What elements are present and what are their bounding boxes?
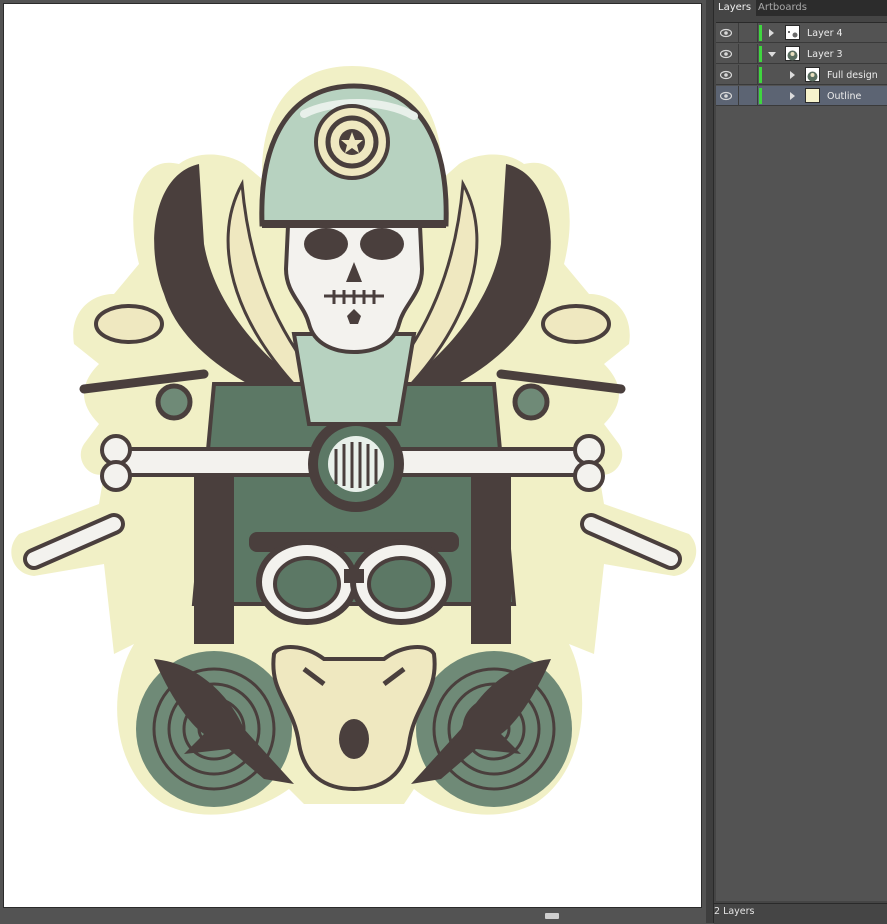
layer-name[interactable]: Layer 3: [807, 44, 843, 64]
layer-name[interactable]: Full design: [827, 65, 878, 85]
column-divider: [757, 65, 758, 85]
biker-skull-illustration[interactable]: [4, 4, 701, 907]
column-divider: [757, 23, 758, 43]
layer-list: Layer 4 Layer 3 Full design Outline: [716, 22, 887, 901]
lock-column[interactable]: [738, 65, 739, 85]
panel-footer: 2 Layers: [714, 903, 887, 924]
collapse-arrow-icon[interactable]: [768, 52, 776, 57]
layer-color-swatch: [759, 67, 762, 83]
horizontal-scrollbar[interactable]: [0, 910, 706, 923]
column-divider: [757, 86, 758, 106]
vertical-scrollbar[interactable]: [706, 0, 713, 923]
tab-artboards[interactable]: Artboards: [754, 0, 811, 16]
layer-thumbnail: [785, 25, 800, 40]
layer-row[interactable]: Layer 3: [716, 44, 887, 64]
document-canvas[interactable]: [0, 0, 706, 923]
eye-icon[interactable]: [720, 91, 732, 101]
expand-arrow-icon[interactable]: [790, 71, 795, 79]
tab-layers[interactable]: Layers: [714, 0, 756, 16]
eye-icon[interactable]: [720, 28, 732, 38]
sublayer-row[interactable]: Outline: [716, 86, 887, 106]
thumbnail-image-icon: [787, 50, 798, 61]
layer-color-swatch: [759, 88, 762, 104]
layer-thumbnail: [805, 67, 820, 82]
column-divider: [757, 44, 758, 64]
artboard[interactable]: [3, 3, 702, 908]
lock-column[interactable]: [738, 44, 739, 64]
eye-icon[interactable]: [720, 70, 732, 80]
expand-arrow-icon[interactable]: [769, 29, 774, 37]
thumbnail-image-icon: [807, 71, 818, 82]
layer-count: 2 Layers: [714, 906, 755, 917]
layer-row[interactable]: Layer 4: [716, 23, 887, 43]
thumbnail-image-icon: [788, 31, 798, 38]
scroll-thumb[interactable]: [545, 913, 559, 919]
layer-color-swatch: [759, 25, 762, 41]
layer-name[interactable]: Layer 4: [807, 23, 843, 43]
lock-column[interactable]: [738, 23, 739, 43]
layers-panel: Layers Artboards Layer 4 Layer 3 Full de…: [713, 0, 887, 924]
layer-color-swatch: [759, 46, 762, 62]
layer-name[interactable]: Outline: [827, 86, 861, 106]
layer-thumbnail: [785, 46, 800, 61]
expand-arrow-icon[interactable]: [790, 92, 795, 100]
panel-tabs: Layers Artboards: [714, 0, 887, 16]
lock-column[interactable]: [738, 86, 739, 106]
eye-icon[interactable]: [720, 49, 732, 59]
sublayer-row[interactable]: Full design: [716, 65, 887, 85]
headlight: [308, 416, 404, 512]
layer-thumbnail: [805, 88, 820, 103]
